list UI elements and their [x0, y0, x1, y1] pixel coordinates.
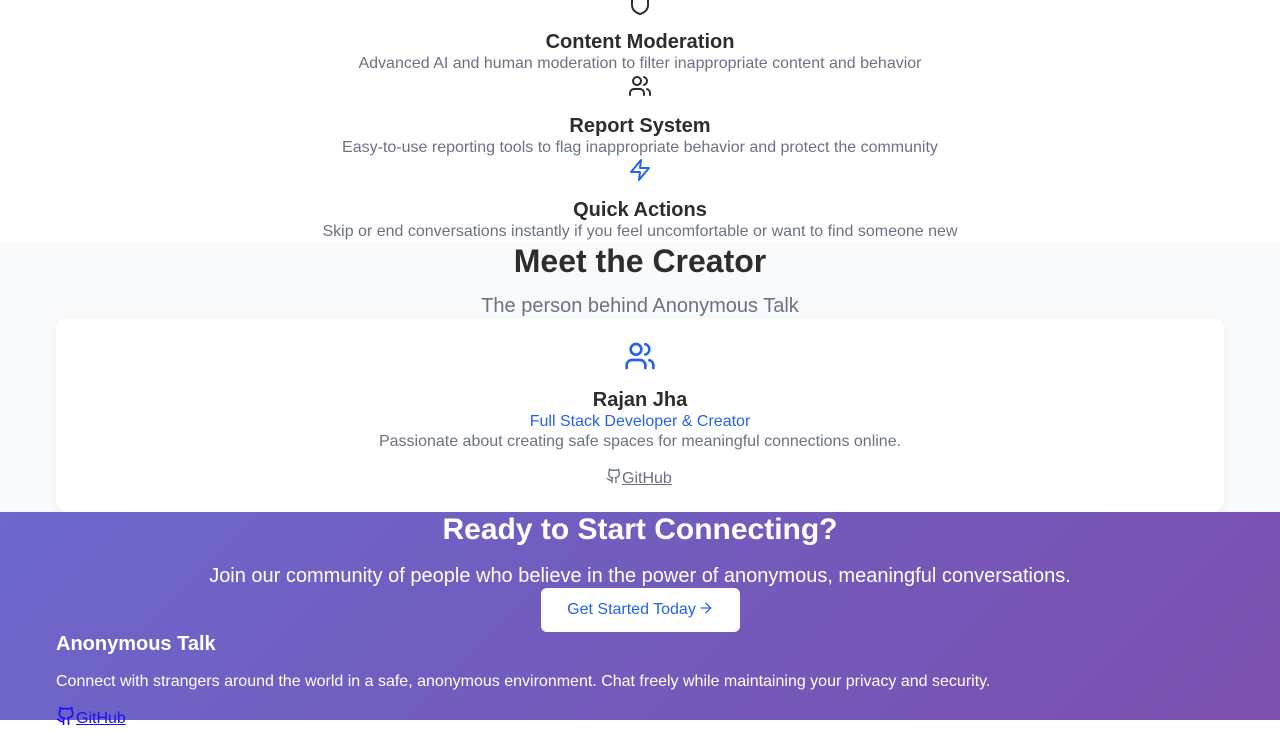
footer-description: Connect with strangers around the world … [56, 673, 991, 690]
users-icon [628, 74, 652, 98]
cta-section: Ready to Start Connecting? Join our comm… [0, 512, 1280, 727]
github-icon [606, 468, 622, 490]
github-label: GitHub [622, 470, 672, 487]
github-label: GitHub [76, 710, 126, 727]
cta-title: Ready to Start Connecting? [442, 513, 838, 546]
users-icon [624, 340, 656, 372]
section-title: Meet the Creator [513, 243, 767, 279]
zap-icon [628, 158, 652, 182]
creator-github-link[interactable]: GitHub [606, 468, 672, 490]
section-subtitle: The person behind Anonymous Talk [481, 295, 799, 317]
creator-section: Meet the Creator The person behind Anony… [0, 242, 1280, 512]
feature-description: Easy-to-use reporting tools to flag inap… [342, 139, 938, 156]
cta-lead: Join our community of people who believe… [209, 565, 1071, 587]
footer-github-link[interactable]: GitHub [56, 706, 126, 732]
shield-icon [628, 0, 652, 16]
features-section: Content Moderation Advanced AI and human… [0, 0, 1280, 242]
footer-brand: Anonymous Talk [56, 633, 216, 655]
creator-name: Rajan Jha [592, 389, 688, 411]
feature-description: Advanced AI and human moderation to filt… [358, 55, 922, 72]
creator-card: Rajan Jha Full Stack Developer & Creator… [56, 318, 1224, 512]
feature-title: Report System [569, 115, 711, 137]
creator-bio: Passionate about creating safe spaces fo… [378, 433, 902, 450]
feature-title: Content Moderation [545, 31, 735, 53]
get-started-button[interactable]: Get Started Today [541, 588, 740, 632]
feature-title: Quick Actions [573, 199, 707, 221]
get-started-label: Get Started Today [567, 601, 696, 618]
creator-role: Full Stack Developer & Creator [529, 413, 751, 430]
feature-description: Skip or end conversations instantly if y… [322, 223, 958, 240]
github-icon [56, 706, 76, 732]
arrow-right-icon [698, 600, 714, 621]
